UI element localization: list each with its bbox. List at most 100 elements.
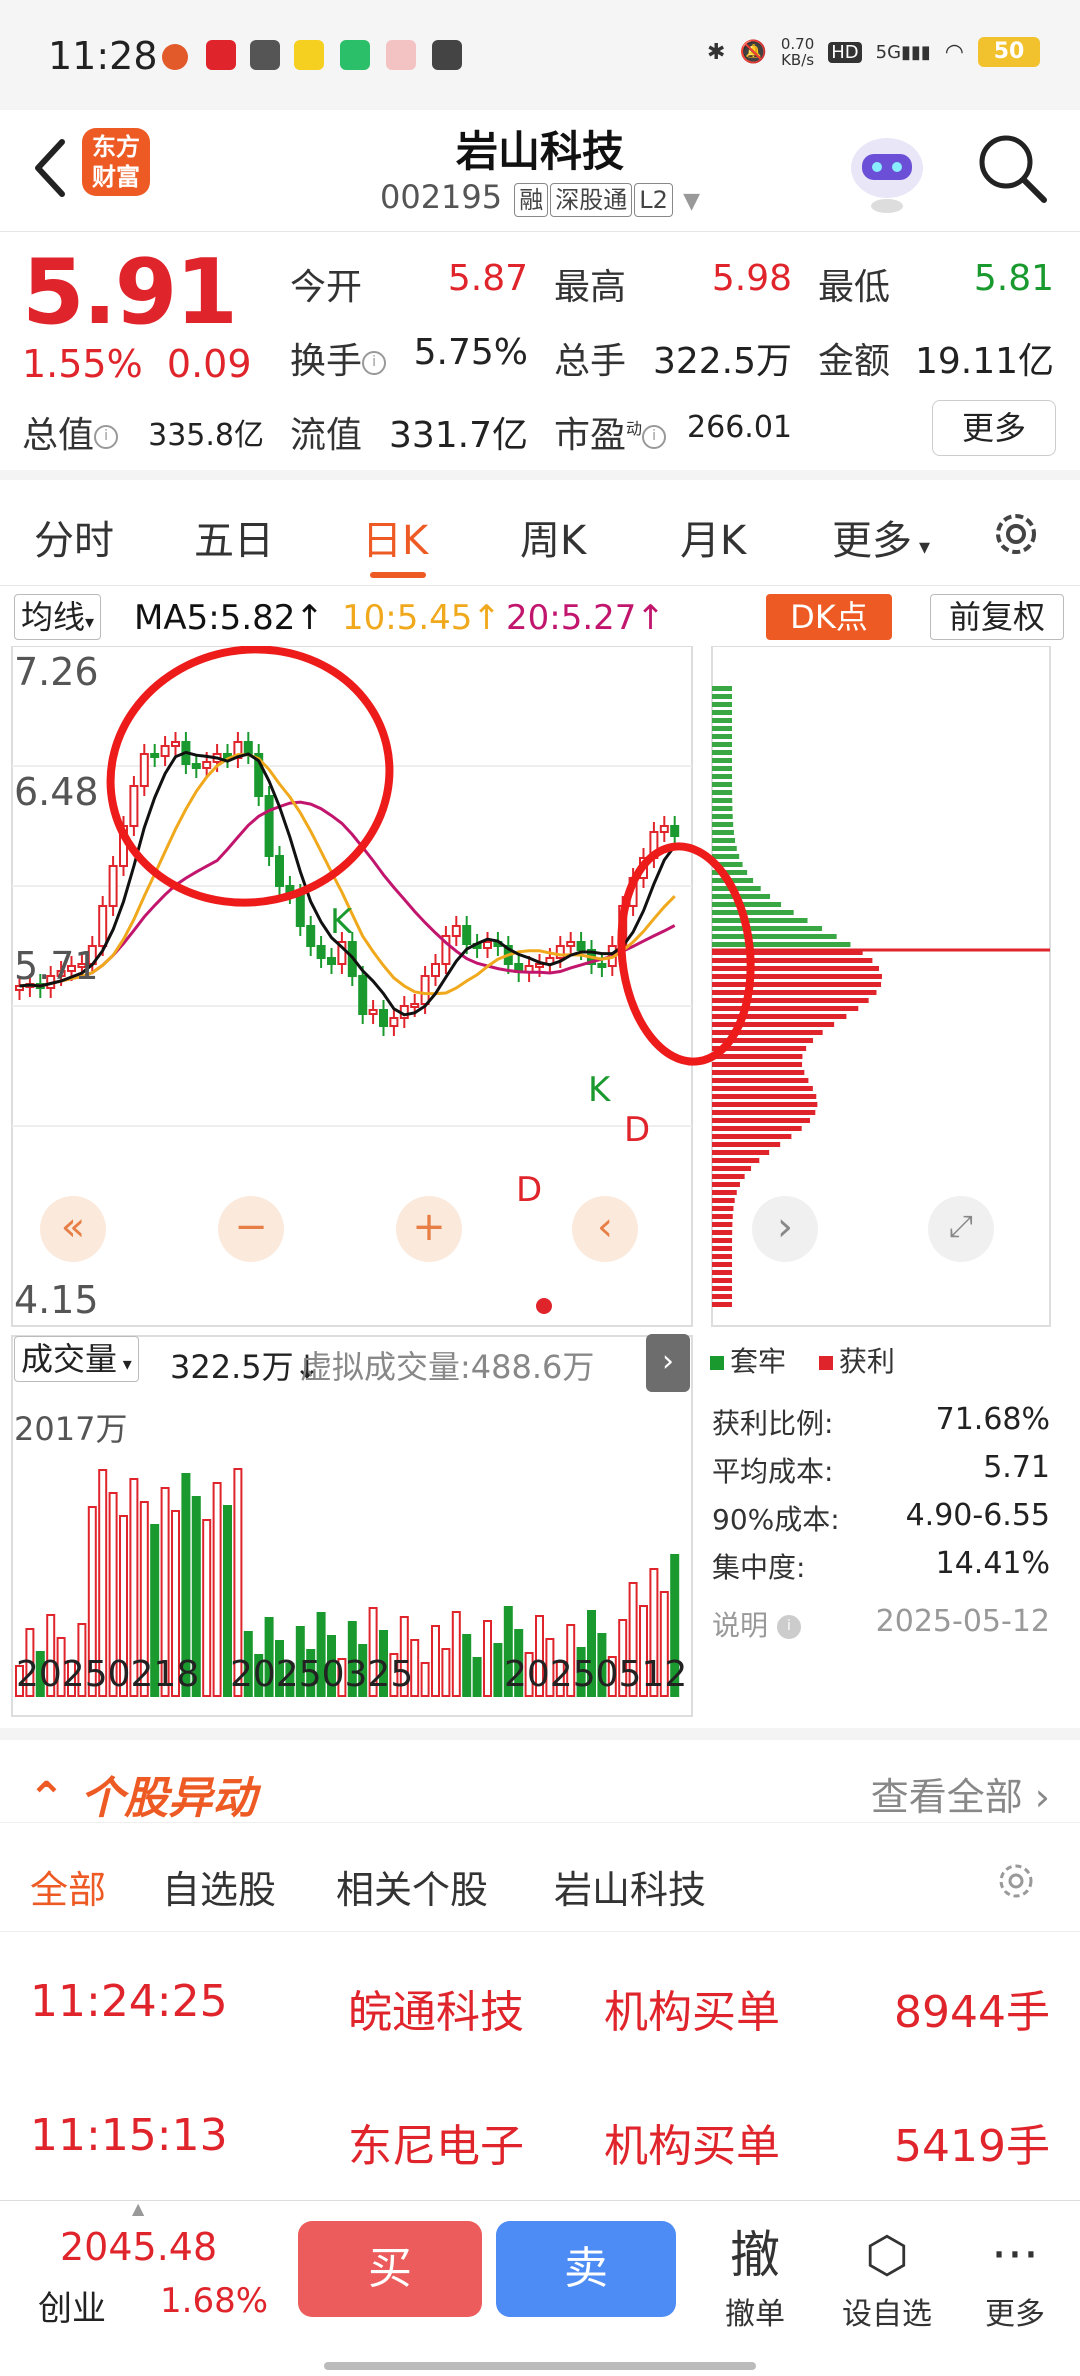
chip-bar (712, 806, 733, 811)
list-item[interactable]: 11:24:25 皖通科技 机构买单 8944手 (0, 1936, 1080, 2066)
dk-point-button[interactable]: DK点 (766, 594, 892, 640)
movers-title[interactable]: ⌃ 个股异动 (28, 1762, 256, 1826)
stat-label: 集中度: (712, 1551, 806, 1584)
chip-bar (712, 1262, 733, 1267)
kline-chart[interactable]: 7.26 6.48 5.71 4.15 K K D D « − + ‹ › ⤢ (0, 646, 1080, 1726)
mktcap-label: 总值 i (22, 406, 119, 458)
gear-icon[interactable] (994, 1859, 1038, 1903)
expand-icon[interactable]: ⤢ (928, 1196, 994, 1262)
info-icon[interactable]: i (362, 351, 387, 375)
info-icon: i (776, 1615, 801, 1639)
mover-time: 11:15:13 (30, 2110, 228, 2161)
chip-bar (712, 966, 880, 971)
status-indicators: ✱ 🔕 0.70 KB/s HD 5G▮▮▮ ◠ 50 (707, 36, 1040, 68)
list-item[interactable]: 11:15:13 东尼电子 机构买单 5419手 (0, 2070, 1080, 2200)
chip-bar (712, 1078, 809, 1083)
chip-bar (712, 1158, 760, 1163)
level2-tag: L2 (634, 183, 673, 217)
home-indicator (324, 2362, 756, 2370)
mover-qty: 8944手 (894, 1987, 1050, 2038)
signal-icon: 5G▮▮▮ (875, 41, 931, 63)
chip-bar (712, 1014, 847, 1019)
scroll-left-fast-button[interactable]: « (40, 1196, 106, 1262)
chip-bar (712, 1182, 740, 1187)
search-icon[interactable] (974, 130, 1050, 206)
chip-bar (712, 1150, 770, 1155)
buy-button[interactable]: 买 (298, 2221, 482, 2317)
candle-body (659, 825, 669, 833)
tab-watchlist[interactable]: 自选股 (162, 1859, 276, 1914)
index-value[interactable]: 2045.48 (60, 2225, 217, 2269)
chip-bar (712, 798, 733, 803)
mover-time: 11:24:25 (30, 1976, 228, 2027)
connect-tag: 深股通 (550, 183, 633, 217)
more-button[interactable]: ··· 更多 (960, 2221, 1070, 2333)
tab-monthly-k[interactable]: 月K (680, 508, 746, 566)
cancel-icon: 撤 (730, 2226, 780, 2284)
add-watchlist-button[interactable]: ⬡ 设自选 (832, 2221, 942, 2333)
chip-bar (712, 726, 733, 731)
chip-bar (712, 1006, 859, 1011)
chart-period-tabs: 分时 五日 日K 周K 月K 更多 ▾ (0, 480, 1080, 586)
tab-stock[interactable]: 岩山科技 (554, 1859, 706, 1914)
sell-button[interactable]: 卖 (496, 2221, 676, 2317)
tab-more[interactable]: 更多 ▾ (832, 508, 930, 566)
chip-bar (712, 918, 808, 923)
ma-legend-row: 均线▾ MA5:5.82↑ 10:5.45↑ 20:5.27↑ DK点 前复权 (0, 586, 1080, 646)
scroll-left-button[interactable]: ‹ (572, 1196, 638, 1262)
assistant-avatar-icon[interactable] (842, 126, 932, 216)
notification-app-icon (432, 40, 462, 70)
chip-note-link[interactable]: 说明 i (712, 1604, 801, 1644)
indicator-selector[interactable]: 均线▾ (14, 594, 102, 640)
candle-body (264, 795, 274, 857)
candle-body (389, 1017, 399, 1027)
pe-label: 市盈动 i (554, 406, 667, 458)
gear-icon[interactable] (990, 508, 1042, 560)
chip-bar (712, 1294, 733, 1299)
info-icon[interactable]: i (94, 425, 119, 449)
view-all-link[interactable]: 查看全部 › (871, 1766, 1050, 1821)
wifi-icon: ◠ (944, 39, 964, 65)
notification-app-icon (250, 40, 280, 70)
cancel-order-button[interactable]: 撤 撤单 (700, 2221, 810, 2333)
chip-bar (712, 1302, 732, 1307)
notification-app-icon (340, 40, 370, 70)
more-dots-icon: ··· (991, 2226, 1039, 2284)
turnover-label: 换手 i (290, 332, 387, 384)
chip-bar (712, 1030, 823, 1035)
more-quote-button[interactable]: 更多 (932, 400, 1056, 456)
stat-label: 获利比例: (712, 1407, 834, 1440)
tab-related[interactable]: 相关个股 (336, 1859, 488, 1914)
candle-body (191, 763, 201, 769)
zoom-in-button[interactable]: + (396, 1196, 462, 1262)
candle-body (129, 785, 139, 827)
tab-weekly-k[interactable]: 周K (520, 508, 586, 566)
chip-bar (712, 1070, 805, 1075)
tab-five-day[interactable]: 五日 (194, 508, 274, 566)
chip-bar (712, 926, 823, 931)
candle-body (462, 925, 472, 945)
mover-type: 机构买单 (604, 1987, 780, 2038)
float-value: 331.7亿 (388, 415, 528, 456)
candle-body (108, 865, 118, 907)
scroll-right-button[interactable]: › (752, 1196, 818, 1262)
tab-daily-k[interactable]: 日K (362, 508, 428, 566)
candle-body (410, 1003, 420, 1008)
chip-bar (712, 990, 877, 995)
info-icon[interactable]: i (642, 425, 667, 449)
collapse-arrow-button[interactable]: › (646, 1334, 690, 1392)
chip-bar (712, 942, 851, 947)
sub-indicator-selector[interactable]: 成交量 ▾ (14, 1336, 139, 1382)
tab-all[interactable]: 全部 (30, 1859, 106, 1914)
chip-bar (712, 846, 737, 851)
chip-bar (712, 1062, 803, 1067)
adjust-price-button[interactable]: 前复权 (930, 594, 1064, 640)
candle-body (139, 753, 149, 787)
candle-body (202, 761, 212, 769)
tab-intraday[interactable]: 分时 (34, 508, 114, 566)
hexagon-icon: ⬡ (865, 2226, 909, 2284)
volume-bar (420, 1662, 430, 1697)
chevron-up-icon: ⌃ (28, 1773, 81, 1824)
candle-body (306, 925, 316, 947)
zoom-out-button[interactable]: − (218, 1196, 284, 1262)
